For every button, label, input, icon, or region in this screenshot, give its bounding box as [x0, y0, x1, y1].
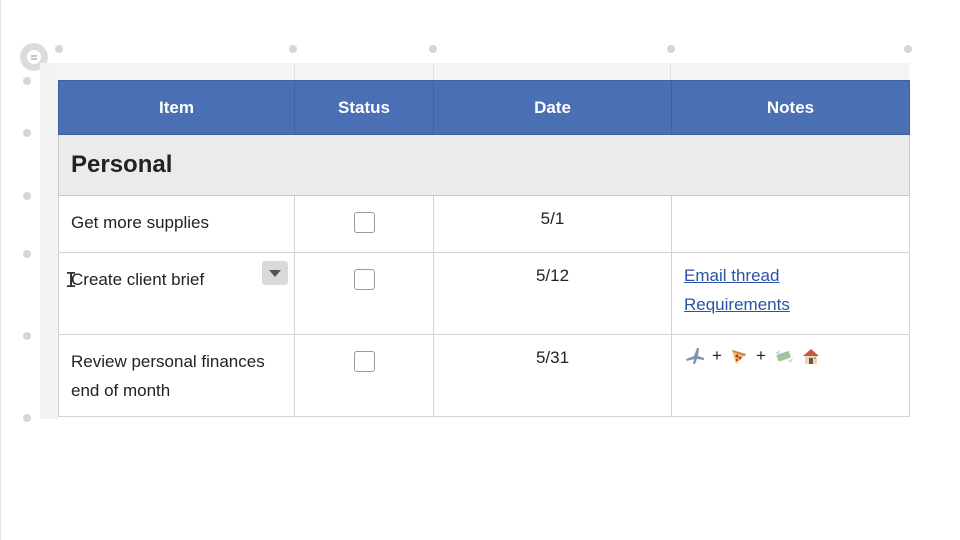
row-handle[interactable] [23, 250, 31, 258]
table-row: I Create client brief 5/12 Email thread … [58, 252, 910, 335]
date-cell[interactable]: 5/31 [433, 334, 672, 417]
status-cell [294, 195, 434, 253]
row-handle[interactable] [23, 414, 31, 422]
section-title[interactable]: Personal [58, 134, 910, 196]
date-cell[interactable]: 5/1 [433, 195, 672, 253]
row-handle[interactable] [23, 192, 31, 200]
header-status[interactable]: Status [294, 80, 434, 135]
header-date[interactable]: Date [433, 80, 672, 135]
money-wings-icon [772, 345, 794, 367]
status-cell [294, 252, 434, 335]
date-text: 5/31 [535, 348, 570, 367]
row-handle[interactable] [23, 77, 31, 85]
section-row: Personal [58, 134, 910, 196]
column-handle[interactable] [904, 45, 912, 53]
date-text: 5/12 [535, 266, 570, 285]
item-text: Create client brief [71, 270, 205, 289]
status-cell [294, 334, 434, 417]
date-cell[interactable]: 5/12 [433, 252, 672, 335]
column-handle[interactable] [667, 45, 675, 53]
header-row: Item Status Date Notes [58, 80, 910, 135]
status-checkbox[interactable] [353, 351, 375, 372]
row-handle[interactable] [23, 332, 31, 340]
column-handle[interactable] [289, 45, 297, 53]
row-handle[interactable] [23, 129, 31, 137]
item-cell[interactable]: Review personal finances end of month [58, 334, 295, 417]
row-handle-bar[interactable] [40, 63, 58, 419]
item-text: Get more supplies [71, 213, 209, 232]
chevron-down-icon[interactable] [262, 261, 288, 285]
column-handle-bar[interactable] [58, 63, 909, 80]
window-edge [0, 0, 1, 540]
date-text: 5/1 [540, 209, 565, 228]
email-thread-link[interactable]: Email thread [684, 261, 897, 290]
notes-cell[interactable]: Email thread Requirements [671, 252, 910, 335]
header-notes[interactable]: Notes [671, 80, 910, 135]
column-handle[interactable] [55, 45, 63, 53]
pizza-icon [728, 345, 750, 367]
house-icon [800, 345, 822, 367]
plus-text: + [755, 346, 766, 365]
status-checkbox[interactable] [353, 269, 375, 290]
plus-text: + [712, 346, 722, 365]
item-cell[interactable]: I Create client brief [58, 252, 295, 335]
task-table: Item Status Date Notes Personal Get more… [58, 80, 910, 417]
item-text: Review personal finances end of month [71, 352, 265, 400]
notes-cell[interactable] [671, 195, 910, 253]
airplane-icon [684, 345, 706, 367]
table-row: Get more supplies 5/1 [58, 195, 910, 253]
notes-cell[interactable]: + + [671, 334, 910, 417]
text-cursor-icon: I [65, 268, 78, 292]
emoji-notes: + + [684, 343, 897, 367]
table-row: Review personal finances end of month 5/… [58, 334, 910, 417]
header-item[interactable]: Item [58, 80, 295, 135]
item-cell[interactable]: Get more supplies [58, 195, 295, 253]
requirements-link[interactable]: Requirements [684, 290, 897, 319]
status-checkbox[interactable] [353, 212, 375, 233]
column-handle[interactable] [429, 45, 437, 53]
